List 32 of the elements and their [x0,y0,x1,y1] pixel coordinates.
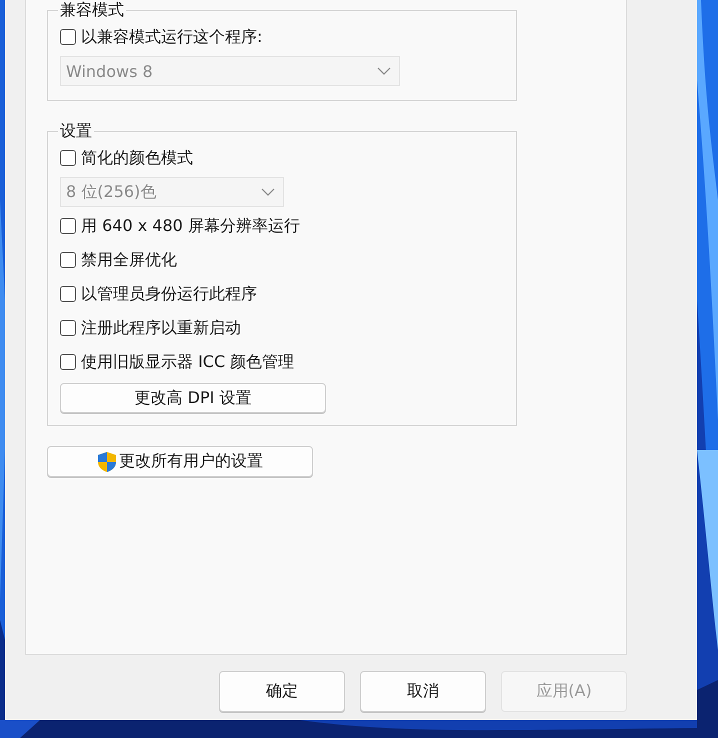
checkbox[interactable] [60,286,76,302]
checkbox[interactable] [60,150,76,166]
checkbox-option[interactable]: 禁用全屏优化 [60,243,506,277]
checkbox-label: 使用旧版显示器 ICC 颜色管理 [81,352,294,372]
checkbox-label: 用 640 x 480 屏幕分辨率运行 [81,216,300,236]
checkbox[interactable] [60,320,76,336]
checkbox-label: 以管理员身份运行此程序 [81,284,257,304]
checkbox-label: 简化的颜色模式 [81,148,193,168]
checkbox-option[interactable]: 以兼容模式运行这个程序: [60,20,506,54]
checkbox-option[interactable]: 以管理员身份运行此程序 [60,277,506,311]
checkbox[interactable] [60,354,76,370]
dpi-settings-button[interactable]: 更改高 DPI 设置 [60,383,326,413]
dialog-button[interactable]: 确定 [219,671,345,712]
dropdown-value: 8 位(256)色 [66,182,156,202]
checkbox-label: 以兼容模式运行这个程序: [81,26,262,48]
checkbox[interactable] [60,252,76,268]
all-users-settings-button[interactable]: 更改所有用户的设置 [47,446,313,477]
group-title: 设置 [59,121,93,141]
group-title: 兼容模式 [59,0,125,20]
chevron-down-icon [261,188,275,196]
shield-icon [97,450,117,472]
checkbox-option[interactable]: 用 640 x 480 屏幕分辨率运行 [60,209,506,243]
checkbox-option[interactable]: 简化的颜色模式 [60,141,506,175]
checkbox-label: 禁用全屏优化 [81,250,177,270]
checkbox[interactable] [60,218,76,234]
checkbox-option[interactable]: 使用旧版显示器 ICC 颜色管理 [60,345,506,379]
checkbox-option[interactable]: 注册此程序以重新启动 [60,311,506,345]
chevron-down-icon [377,67,391,75]
checkbox[interactable] [60,29,76,45]
dropdown-value: Windows 8 [66,62,153,80]
dialog-button[interactable]: 取消 [360,671,486,712]
checkbox-label: 注册此程序以重新启动 [81,318,241,338]
